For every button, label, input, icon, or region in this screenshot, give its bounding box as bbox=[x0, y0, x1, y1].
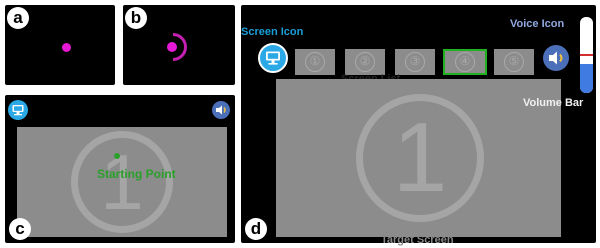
panel-b: b bbox=[123, 5, 235, 85]
screen-list-number: ③ bbox=[405, 52, 425, 72]
target-screen-label: Target Screen bbox=[381, 234, 454, 246]
screen-icon-label: Screen Icon bbox=[241, 26, 304, 38]
volume-bar-label: Volume Bar bbox=[523, 97, 584, 109]
voice-icon-label: Voice Icon bbox=[510, 18, 565, 30]
speaker-icon[interactable] bbox=[212, 101, 230, 119]
screen-list-number: ④ bbox=[455, 52, 475, 72]
screen-list-item[interactable]: ③ bbox=[395, 49, 435, 75]
panel-c: 1 Starting Point c bbox=[5, 95, 235, 243]
speaker-icon[interactable] bbox=[543, 45, 569, 71]
starting-point-label: Starting Point bbox=[97, 167, 176, 181]
screen-number: 1 bbox=[71, 131, 173, 233]
panel-c-label: c bbox=[9, 218, 31, 240]
screen-list-number: ① bbox=[305, 52, 325, 72]
target-screen-number: 1 bbox=[356, 94, 484, 222]
monitor-icon[interactable] bbox=[8, 100, 28, 120]
starting-point-dot bbox=[114, 153, 120, 159]
panel-b-label: b bbox=[125, 7, 147, 29]
screen-list-item[interactable]: ② bbox=[345, 49, 385, 75]
volume-bar[interactable] bbox=[580, 17, 593, 93]
target-screen[interactable]: 1 bbox=[276, 79, 561, 237]
gaze-dot bbox=[62, 43, 71, 52]
volume-level-marker bbox=[580, 54, 593, 57]
screen-list-item-selected[interactable]: ④ bbox=[443, 49, 487, 75]
screen-list-number: ② bbox=[355, 52, 375, 72]
screen-list-item[interactable]: ① bbox=[295, 49, 335, 75]
panel-d: Screen Icon Voice Icon ① ② ③ ④ ⑤ Screen … bbox=[241, 5, 596, 246]
volume-fill bbox=[580, 64, 593, 93]
panel-a-label: a bbox=[7, 7, 29, 29]
dwell-progress-arc bbox=[159, 32, 189, 62]
screen-list-number: ⑤ bbox=[504, 52, 524, 72]
panel-d-label: d bbox=[245, 218, 267, 240]
screen-area[interactable]: 1 Starting Point bbox=[17, 127, 227, 237]
screen-list-item[interactable]: ⑤ bbox=[494, 49, 534, 75]
monitor-icon[interactable] bbox=[258, 43, 288, 73]
panel-a: a bbox=[5, 5, 115, 85]
